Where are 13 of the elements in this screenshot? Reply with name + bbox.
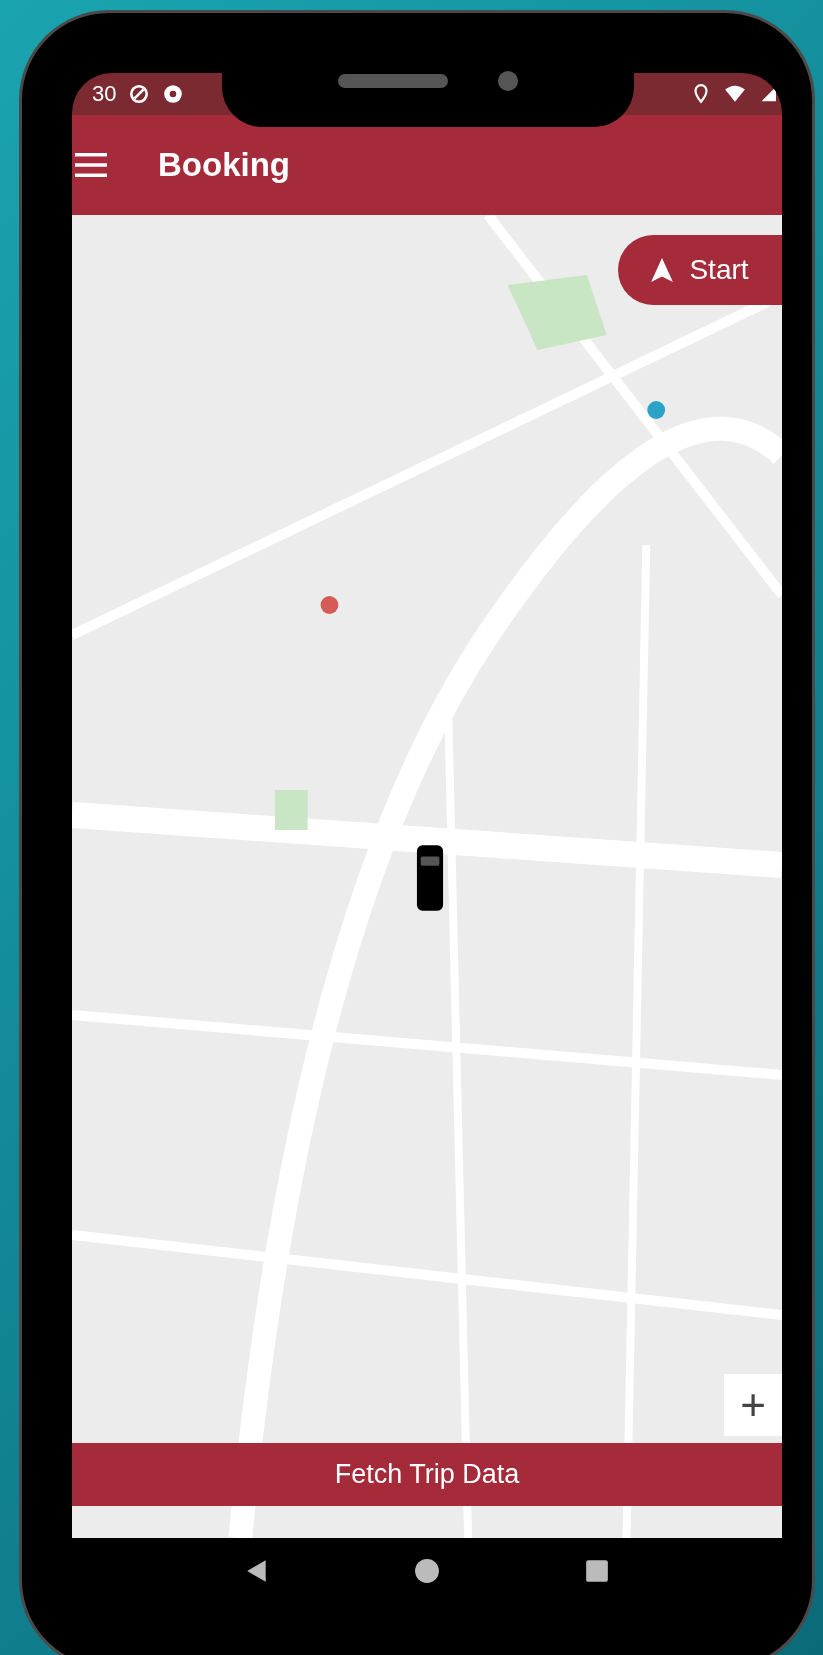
zoom-in-button[interactable]: + xyxy=(724,1374,782,1436)
notification-icon xyxy=(162,83,185,105)
fetch-trip-button[interactable]: Fetch Trip Data xyxy=(72,1443,782,1506)
navigation-icon xyxy=(651,258,674,282)
app-title: Booking xyxy=(158,146,290,184)
menu-icon[interactable] xyxy=(74,153,108,177)
notification-icon xyxy=(128,83,151,105)
start-button[interactable]: Start xyxy=(618,235,782,305)
camera-dot xyxy=(498,71,518,91)
car-icon xyxy=(416,843,444,913)
home-icon[interactable] xyxy=(414,1557,440,1584)
status-time: 30 xyxy=(92,81,117,107)
recents-icon[interactable] xyxy=(584,1557,610,1584)
